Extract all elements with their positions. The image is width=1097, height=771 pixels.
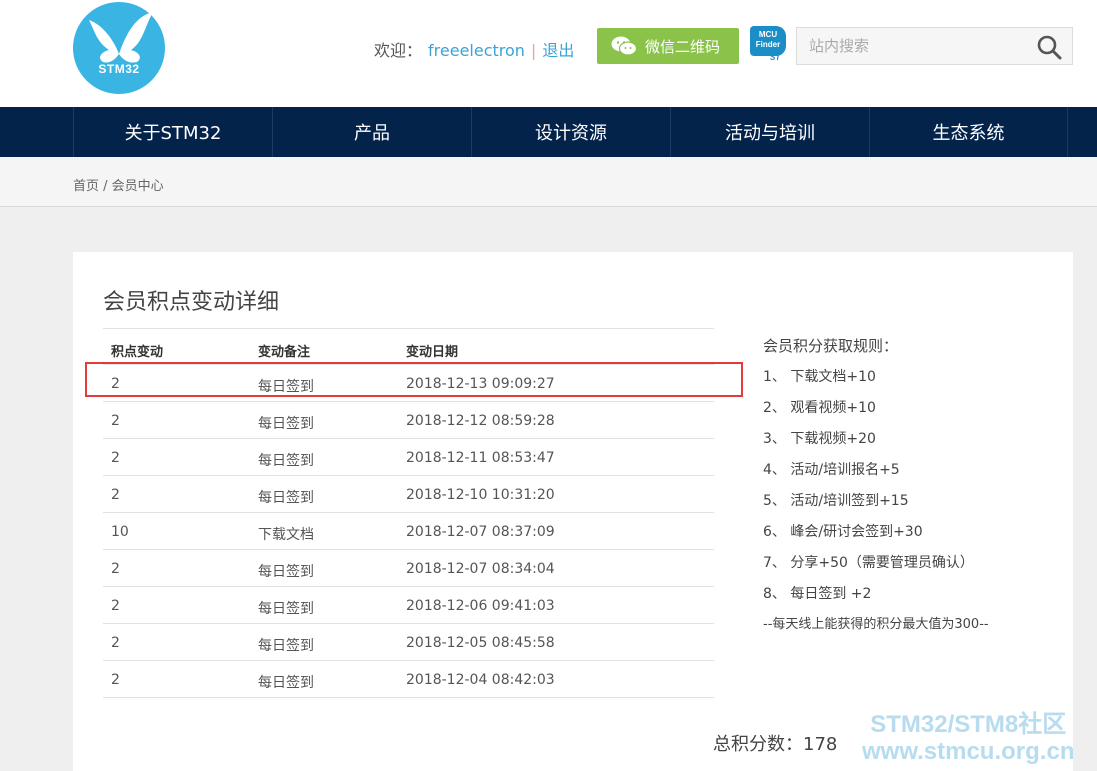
watermark: STM32/STM8社区 www.stmcu.org.cn <box>862 711 1074 765</box>
main-nav: 关于STM32 产品 设计资源 活动与培训 生态系统 <box>0 107 1097 157</box>
cell-date: 2018-12-07 08:37:09 <box>406 524 555 540</box>
stm32-logo[interactable]: STM32 <box>73 2 165 94</box>
watermark-line1: STM32/STM8社区 <box>870 711 1067 738</box>
column-header-points: 积点变动 <box>111 345 164 360</box>
nav-item-events-training[interactable]: 活动与培训 <box>670 107 869 157</box>
st-brand: ST <box>770 53 781 62</box>
cell-date: 2018-12-07 08:34:04 <box>406 561 555 577</box>
cell-points: 2 <box>111 598 120 614</box>
rule-item: 1、 下载文档+10 <box>763 369 876 385</box>
cell-note: 每日签到 <box>258 638 314 654</box>
cell-date: 2018-12-13 09:09:27 <box>406 376 555 392</box>
points-table: 积点变动 变动备注 变动日期 2 每日签到 2018-12-13 09:09:2… <box>103 328 714 698</box>
butterfly-icon <box>89 12 153 63</box>
cell-date: 2018-12-11 08:53:47 <box>406 450 555 466</box>
page-title: 会员积点变动详细 <box>103 290 280 315</box>
cell-points: 2 <box>111 672 120 688</box>
welcome-label: 欢迎： <box>374 41 423 60</box>
separator: | <box>530 41 537 60</box>
mcu-finder-logo[interactable]: MCU Finder ST <box>750 26 786 62</box>
table-header: 积点变动 变动备注 变动日期 <box>103 329 714 365</box>
cell-points: 2 <box>111 635 120 651</box>
table-row: 2 每日签到 2018-12-07 08:34:04 <box>103 550 714 587</box>
column-header-date: 变动日期 <box>406 345 459 360</box>
table-row: 2 每日签到 2018-12-13 09:09:27 <box>103 365 714 402</box>
username-link[interactable]: freeelectron <box>428 41 525 60</box>
cell-note: 每日签到 <box>258 675 314 691</box>
rules-title: 会员积分获取规则： <box>763 337 899 355</box>
wechat-qrcode-button[interactable]: 微信二维码 <box>597 28 739 64</box>
rule-item: 3、 下载视频+20 <box>763 431 876 447</box>
cell-note: 每日签到 <box>258 490 314 506</box>
logout-link[interactable]: 退出 <box>542 41 574 60</box>
nav-item-about-stm32[interactable]: 关于STM32 <box>73 107 272 157</box>
rule-item: 6、 峰会/研讨会签到+30 <box>763 524 923 540</box>
nav-item-ecosystem[interactable]: 生态系统 <box>869 107 1068 157</box>
table-row: 2 每日签到 2018-12-10 10:31:20 <box>103 476 714 513</box>
nav-item-design-resources[interactable]: 设计资源 <box>471 107 670 157</box>
cell-note: 每日签到 <box>258 379 314 395</box>
logo-text: STM32 <box>98 62 140 76</box>
rule-item: 4、 活动/培训报名+5 <box>763 462 900 478</box>
cell-points: 2 <box>111 413 120 429</box>
wechat-icon <box>611 36 637 56</box>
points-rules: 会员积分获取规则： 1、 下载文档+10 2、 观看视频+10 3、 下载视频+… <box>763 335 1063 632</box>
cell-note: 每日签到 <box>258 416 314 432</box>
cell-points: 2 <box>111 487 120 503</box>
nav-item-products[interactable]: 产品 <box>272 107 471 157</box>
watermark-line2: www.stmcu.org.cn <box>862 738 1075 765</box>
table-row: 10 下载文档 2018-12-07 08:37:09 <box>103 513 714 550</box>
total-points: 总积分数：178 <box>713 734 838 755</box>
cell-note: 每日签到 <box>258 601 314 617</box>
table-row: 2 每日签到 2018-12-11 08:53:47 <box>103 439 714 476</box>
cell-points: 2 <box>111 376 120 392</box>
search-input[interactable] <box>797 28 1027 64</box>
cell-date: 2018-12-06 09:41:03 <box>406 598 555 614</box>
rule-item: 8、 每日签到 +2 <box>763 586 872 602</box>
cell-date: 2018-12-12 08:59:28 <box>406 413 555 429</box>
site-header: STM32 欢迎： freeelectron | 退出 微信二维码 MCU Finde… <box>0 0 1097 107</box>
cell-note: 下载文档 <box>258 527 314 543</box>
table-row: 2 每日签到 2018-12-04 08:42:03 <box>103 661 714 698</box>
cell-date: 2018-12-05 08:45:58 <box>406 635 555 651</box>
cell-points: 10 <box>111 524 129 540</box>
column-header-note: 变动备注 <box>258 345 311 360</box>
table-row: 2 每日签到 2018-12-05 08:45:58 <box>103 624 714 661</box>
breadcrumb-bar: 首页 / 会员中心 <box>0 157 1097 207</box>
cell-note: 每日签到 <box>258 453 314 469</box>
wechat-button-label: 微信二维码 <box>645 37 721 56</box>
cell-points: 2 <box>111 561 120 577</box>
cell-date: 2018-12-04 08:42:03 <box>406 672 555 688</box>
rules-note: --每天线上能获得的积分最大值为300-- <box>763 617 989 632</box>
search-icon[interactable] <box>1036 34 1062 60</box>
rule-item: 7、 分享+50（需要管理员确认） <box>763 555 974 571</box>
mcu-finder-badge: MCU Finder <box>750 26 786 56</box>
cell-note: 每日签到 <box>258 564 314 580</box>
breadcrumb[interactable]: 首页 / 会员中心 <box>73 175 164 194</box>
welcome-bar: 欢迎： freeelectron | 退出 <box>374 37 574 61</box>
table-row: 2 每日签到 2018-12-12 08:59:28 <box>103 402 714 439</box>
cell-date: 2018-12-10 10:31:20 <box>406 487 555 503</box>
cell-points: 2 <box>111 450 120 466</box>
mcu-finder-line1: MCU <box>758 30 778 39</box>
search-box <box>796 27 1073 65</box>
rule-item: 2、 观看视频+10 <box>763 400 876 416</box>
rule-item: 5、 活动/培训签到+15 <box>763 493 909 509</box>
mcu-finder-line2: Finder <box>755 40 781 49</box>
points-card: 会员积点变动详细 积点变动 变动备注 变动日期 2 每日签到 2018-12-1… <box>73 252 1073 771</box>
table-row: 2 每日签到 2018-12-06 09:41:03 <box>103 587 714 624</box>
